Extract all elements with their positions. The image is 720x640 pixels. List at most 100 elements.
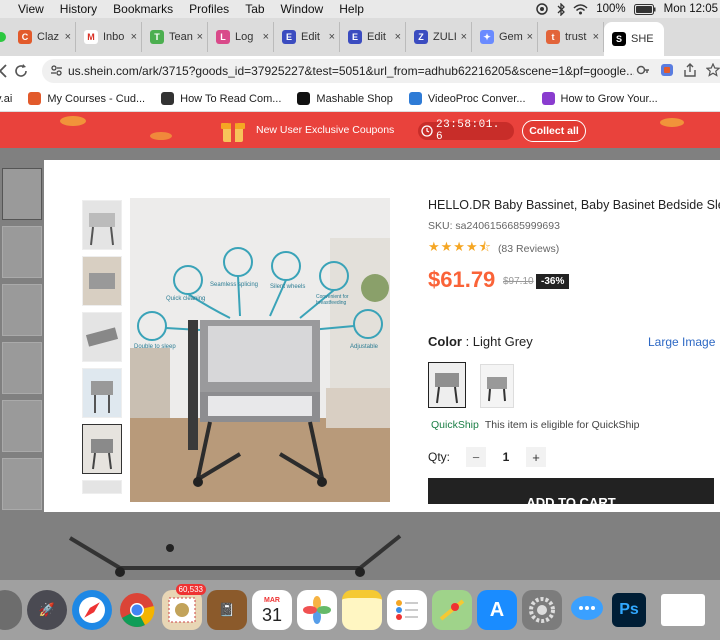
back-icon[interactable] xyxy=(0,64,8,78)
page-thumbnail[interactable] xyxy=(2,284,42,336)
page-thumbnail[interactable] xyxy=(2,400,42,452)
mail-stamp-icon[interactable]: 60,533 xyxy=(162,584,206,630)
modal-thumbnail[interactable] xyxy=(82,200,122,250)
bookmark-item[interactable]: My Courses - Cud... xyxy=(28,92,145,105)
launchpad-icon[interactable] xyxy=(0,590,22,630)
close-tab-icon[interactable]: × xyxy=(593,31,599,43)
page-thumbnail-strip xyxy=(2,168,44,516)
qty-decrease-button[interactable]: − xyxy=(466,447,487,467)
menu-history[interactable]: History xyxy=(60,2,97,16)
collect-all-button[interactable]: Collect all xyxy=(522,120,586,142)
product-price: $61.79 xyxy=(428,267,496,292)
close-tab-icon[interactable]: × xyxy=(65,31,71,43)
reload-icon[interactable] xyxy=(14,64,28,78)
color-swatch-alt[interactable] xyxy=(480,364,514,408)
promo-banner[interactable]: New User Exclusive Coupons 23:58:01. 6 C… xyxy=(0,112,720,148)
wifi-icon[interactable] xyxy=(573,3,588,15)
page-thumbnail[interactable] xyxy=(2,342,42,394)
menu-window[interactable]: Window xyxy=(281,2,324,16)
page-thumbnail[interactable] xyxy=(2,458,42,510)
tab-log[interactable]: L Log × xyxy=(208,22,274,52)
chrome-icon[interactable] xyxy=(117,590,157,630)
site-info-icon[interactable] xyxy=(50,64,63,77)
modal-thumbnail[interactable] xyxy=(82,368,122,418)
menu-help[interactable]: Help xyxy=(339,2,364,16)
qty-increase-button[interactable]: + xyxy=(526,447,547,467)
close-tab-icon[interactable]: × xyxy=(395,31,401,43)
battery-icon[interactable] xyxy=(633,3,656,15)
product-title[interactable]: HELLO.DR Baby Bassinet, Baby Basinet Bed… xyxy=(428,198,720,212)
notefile-icon[interactable]: 📓 xyxy=(207,590,247,630)
bookmark-label: My Courses - Cud... xyxy=(47,92,146,105)
coin-decor-left xyxy=(60,116,86,126)
tab-gmail[interactable]: M Inbo × xyxy=(76,22,142,52)
close-tab-icon[interactable]: × xyxy=(461,31,467,43)
menu-tab[interactable]: Tab xyxy=(245,2,264,16)
bookmark-item[interactable]: How to Grow Your... xyxy=(541,92,658,105)
tab-strip: C Claz × M Inbo × T Tean × L Log × E Edit × E Edit × Z ZULI… xyxy=(0,18,720,56)
photos-icon[interactable] xyxy=(297,590,337,630)
tab-edit[interactable]: E Edit × xyxy=(340,22,406,52)
tab-shein[interactable]: S SHE xyxy=(604,22,664,56)
tab-gemini[interactable]: ✦ Gem × xyxy=(472,22,538,52)
bookmark-item[interactable]: y.ai xyxy=(0,93,12,105)
tab-zuli[interactable]: Z ZULI × xyxy=(406,22,472,52)
bookmark-star-icon[interactable] xyxy=(706,63,720,77)
menubar: View History Bookmarks Profiles Tab Wind… xyxy=(0,0,720,18)
reminders-icon[interactable] xyxy=(387,590,427,630)
extension-icon[interactable] xyxy=(660,63,674,77)
modal-thumbnail[interactable] xyxy=(82,312,122,362)
review-count[interactable]: (83 Reviews) xyxy=(498,243,559,255)
menu-profiles[interactable]: Profiles xyxy=(189,2,229,16)
calendar-month: MAR xyxy=(264,596,280,604)
feature-label: Seamless splicing xyxy=(210,282,259,288)
calendar-icon[interactable]: MAR 31 xyxy=(252,590,292,630)
modal-thumbnail-strip xyxy=(82,200,122,500)
bookmark-item[interactable]: VideoProc Conver... xyxy=(408,92,526,105)
rocket-typist-icon[interactable]: 🚀 xyxy=(27,590,67,630)
large-image-link[interactable]: Large Image xyxy=(648,335,715,349)
clock[interactable]: Mon 12:05 xyxy=(664,3,718,15)
tab-claz[interactable]: C Claz × xyxy=(10,22,76,52)
qty-value[interactable]: 1 xyxy=(486,450,526,464)
notes-icon[interactable] xyxy=(342,590,382,630)
focus-icon[interactable] xyxy=(535,3,549,15)
bookmark-item[interactable]: How To Read Com... xyxy=(161,92,281,105)
close-tab-icon[interactable]: × xyxy=(263,31,269,43)
messages-icon[interactable] xyxy=(567,590,607,630)
page-thumbnail[interactable] xyxy=(2,168,42,220)
close-tab-icon[interactable]: × xyxy=(131,31,137,43)
add-to-cart-button[interactable]: ADD TO CART xyxy=(428,478,714,504)
photoshop-icon[interactable]: Ps xyxy=(612,593,646,627)
tab-edit[interactable]: E Edit × xyxy=(274,22,340,52)
address-bar[interactable]: us.shein.com/ark/3715?goods_id=37925227&… xyxy=(42,59,720,83)
maps-icon[interactable] xyxy=(432,590,472,630)
main-product-image[interactable]: Quick cleaning Seamless splicing Silent … xyxy=(130,198,390,502)
close-tab-icon[interactable]: × xyxy=(329,31,335,43)
quickship-note: This item is eligible for QuickShip xyxy=(484,419,640,431)
password-key-icon[interactable] xyxy=(636,63,650,77)
menu-bookmarks[interactable]: Bookmarks xyxy=(113,2,173,16)
close-tab-icon[interactable]: × xyxy=(527,31,533,43)
window-close-dot[interactable] xyxy=(0,32,6,42)
safari-icon[interactable] xyxy=(72,590,112,630)
finder-window-thumbnail-icon[interactable] xyxy=(661,594,705,626)
page-thumbnail[interactable] xyxy=(2,226,42,278)
bookmark-item[interactable]: Mashable Shop xyxy=(297,92,393,105)
product-rating[interactable]: ★★★★⯪ (83 Reviews) xyxy=(428,238,559,260)
tab-trust[interactable]: t trust × xyxy=(538,22,604,52)
modal-thumbnail[interactable] xyxy=(82,256,122,306)
color-swatch-light-grey[interactable] xyxy=(428,362,466,408)
app-store-icon[interactable]: A xyxy=(477,590,517,630)
menu-view[interactable]: View xyxy=(18,2,44,16)
url-text[interactable]: us.shein.com/ark/3715?goods_id=37925227&… xyxy=(68,64,636,78)
tab-teams[interactable]: T Tean × xyxy=(142,22,208,52)
modal-thumbnail-selected[interactable] xyxy=(82,424,122,474)
system-preferences-icon[interactable] xyxy=(522,590,562,630)
modal-thumbnail[interactable] xyxy=(82,480,122,494)
share-icon[interactable] xyxy=(684,63,696,77)
close-tab-icon[interactable]: × xyxy=(197,31,203,43)
quickship-label: QuickShip xyxy=(431,419,479,431)
bluetooth-icon[interactable] xyxy=(557,2,566,16)
color-label-title: Color xyxy=(428,334,462,349)
